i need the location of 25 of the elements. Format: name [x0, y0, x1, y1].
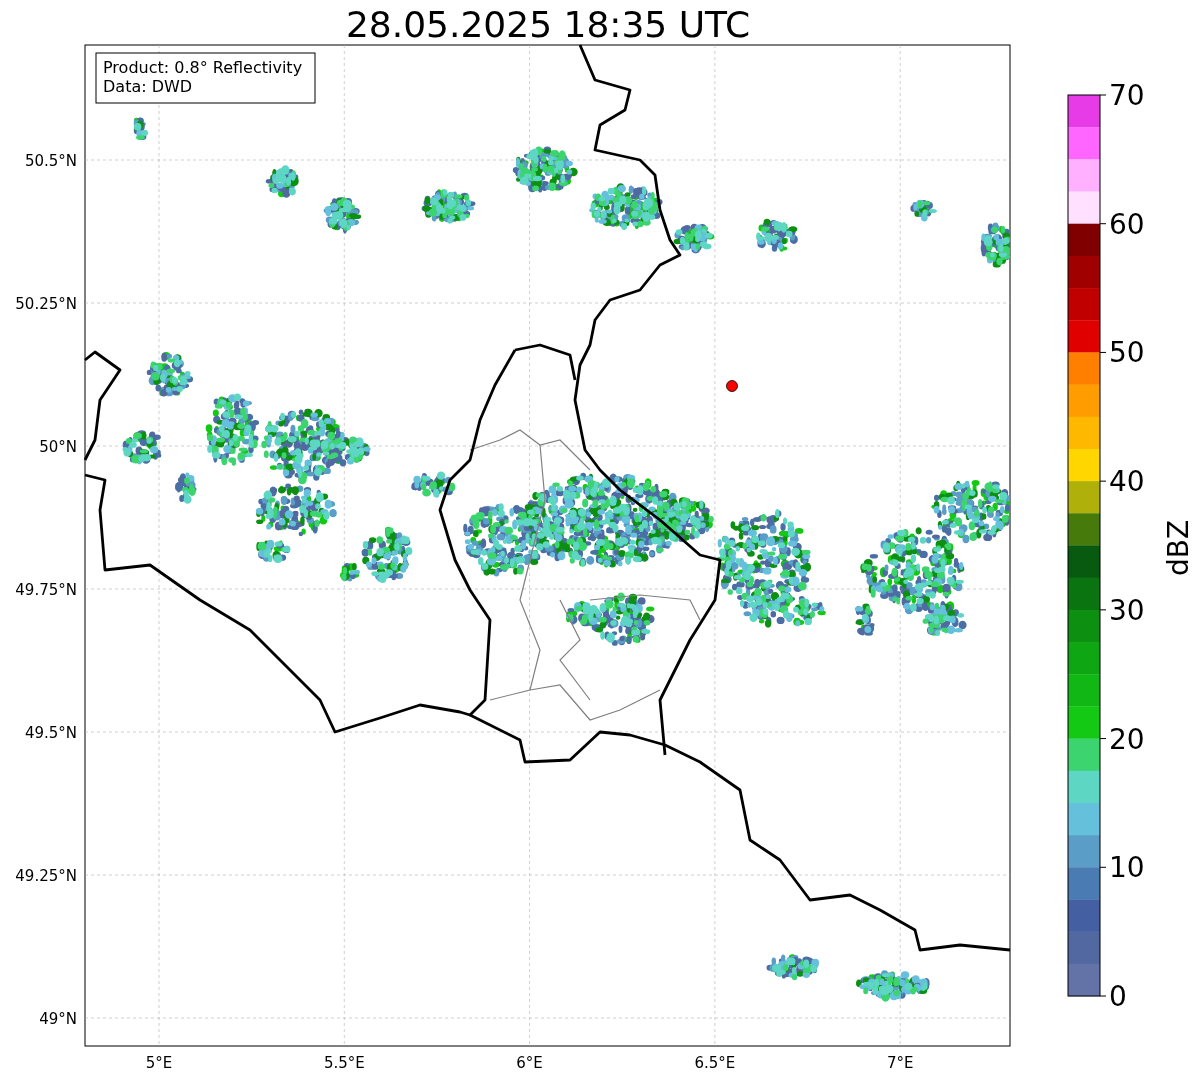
location-marker: [726, 380, 738, 392]
colorbar-tick-label: 50: [1109, 336, 1145, 370]
latitude-label: 50.5°N: [24, 152, 77, 170]
colorbar-tick-label: 10: [1109, 851, 1145, 885]
longitude-label: 5.5°E: [323, 1054, 365, 1072]
colorbar-tick-label: 60: [1109, 207, 1145, 241]
latitude-label: 49°N: [39, 1010, 77, 1028]
latitude-label: 50.25°N: [15, 295, 77, 313]
colorbar-tick-label: 70: [1109, 79, 1145, 112]
legend-text: Data: DWD: [103, 77, 193, 96]
colorbar-tick-label: 20: [1109, 722, 1145, 756]
legend-text: Product: 0.8° Reflectivity: [103, 58, 303, 77]
colorbar-label: dBZ: [1162, 519, 1195, 577]
latitude-label: 49.25°N: [15, 867, 77, 885]
chart-title: 28.05.2025 18:35 UTC: [345, 4, 751, 45]
colorbar-tick-label: 0: [1109, 980, 1127, 1013]
longitude-label: 6.5°E: [694, 1054, 736, 1072]
colorbar-tick-label: 30: [1109, 593, 1145, 627]
longitude-label: 6°E: [516, 1054, 543, 1072]
latitude-label: 49.5°N: [24, 724, 77, 742]
latitude-label: 49.75°N: [15, 581, 77, 599]
longitude-label: 5°E: [145, 1054, 173, 1072]
colorbar-tick-label: 40: [1109, 465, 1145, 499]
latitude-label: 50°N: [39, 438, 77, 456]
longitude-label: 7°E: [886, 1054, 914, 1072]
